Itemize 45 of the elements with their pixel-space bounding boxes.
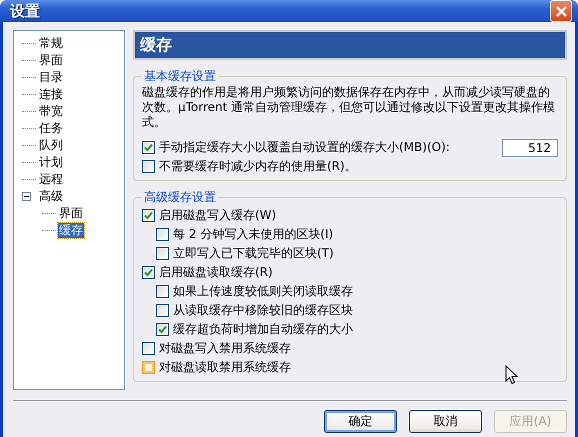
tree-item[interactable]: 计划 — [38, 155, 64, 170]
checkbox-label: 立即写入已下载完毕的区块(T) — [173, 245, 334, 262]
dialog-button[interactable]: 取消 — [409, 410, 482, 433]
page-header: 缓存 — [133, 30, 567, 60]
tree-item[interactable]: 远程 — [38, 172, 64, 187]
group-title: 高级缓存设置 — [143, 189, 217, 206]
tree-item[interactable]: 常规 — [38, 36, 64, 51]
size-input-field[interactable]: 512 — [502, 138, 558, 156]
dialog-button[interactable]: 确定 — [324, 410, 397, 433]
close-icon — [554, 4, 568, 18]
checkbox-label: 手动指定缓存大小以覆盖自动设置的缓存大小(MB)(O): — [159, 139, 450, 156]
tree-item[interactable]: 界面 — [58, 206, 84, 221]
tree-item[interactable]: 高级 — [38, 189, 64, 204]
mouse-cursor-icon — [505, 365, 518, 385]
checkbox[interactable] — [142, 266, 155, 279]
collapse-icon[interactable] — [22, 192, 31, 201]
checkbox-label: 对磁盘读取禁用系统缓存 — [159, 359, 291, 376]
window-title: 设置 — [10, 2, 40, 20]
checkbox-label: 启用磁盘读取缓存(R) — [159, 264, 273, 281]
checkbox[interactable] — [156, 285, 169, 298]
checkbox[interactable] — [142, 209, 155, 222]
tree-item[interactable]: 缓存 — [58, 223, 84, 238]
checkbox[interactable] — [142, 141, 155, 154]
tree-item[interactable]: 带宽 — [38, 104, 64, 119]
checkbox[interactable] — [156, 304, 169, 317]
tree-item[interactable]: 连接 — [38, 87, 64, 102]
tree-item[interactable]: 队列 — [38, 138, 64, 153]
checkbox-label: 从读取缓存中移除较旧的缓存区块 — [173, 302, 353, 319]
description-text: 磁盘缓存的作用是将用户频繁访问的数据保存在内存中，从而减少读写硬盘的次数。µTorrent 通常自动管理缓存，但您可以通过修改以下设置更改其操作模式。 — [142, 85, 556, 130]
close-button[interactable] — [550, 0, 572, 22]
checkbox-label: 每 2 分钟写入未使用的区块(I) — [173, 226, 334, 243]
tree-item[interactable]: 任务 — [38, 121, 64, 136]
checkbox[interactable] — [142, 160, 155, 173]
checkbox[interactable] — [142, 342, 155, 355]
tree-item[interactable]: 目录 — [38, 70, 64, 85]
checkbox-label: 启用磁盘写入缓存(W) — [159, 207, 276, 224]
checkbox[interactable] — [156, 323, 169, 336]
checkbox-label: 缓存超负荷时增加自动缓存的大小 — [173, 321, 353, 338]
checkbox[interactable] — [156, 228, 169, 241]
checkbox[interactable] — [156, 247, 169, 260]
checkbox-label: 如果上传速度较低则关闭读取缓存 — [173, 283, 353, 300]
checkbox-label: 不需要缓存时减少内存的使用量(R)。 — [159, 158, 357, 175]
tree-item[interactable]: 界面 — [38, 53, 64, 68]
checkbox-label: 对磁盘写入禁用系统缓存 — [159, 340, 291, 357]
group-title: 基本缓存设置 — [143, 68, 217, 85]
